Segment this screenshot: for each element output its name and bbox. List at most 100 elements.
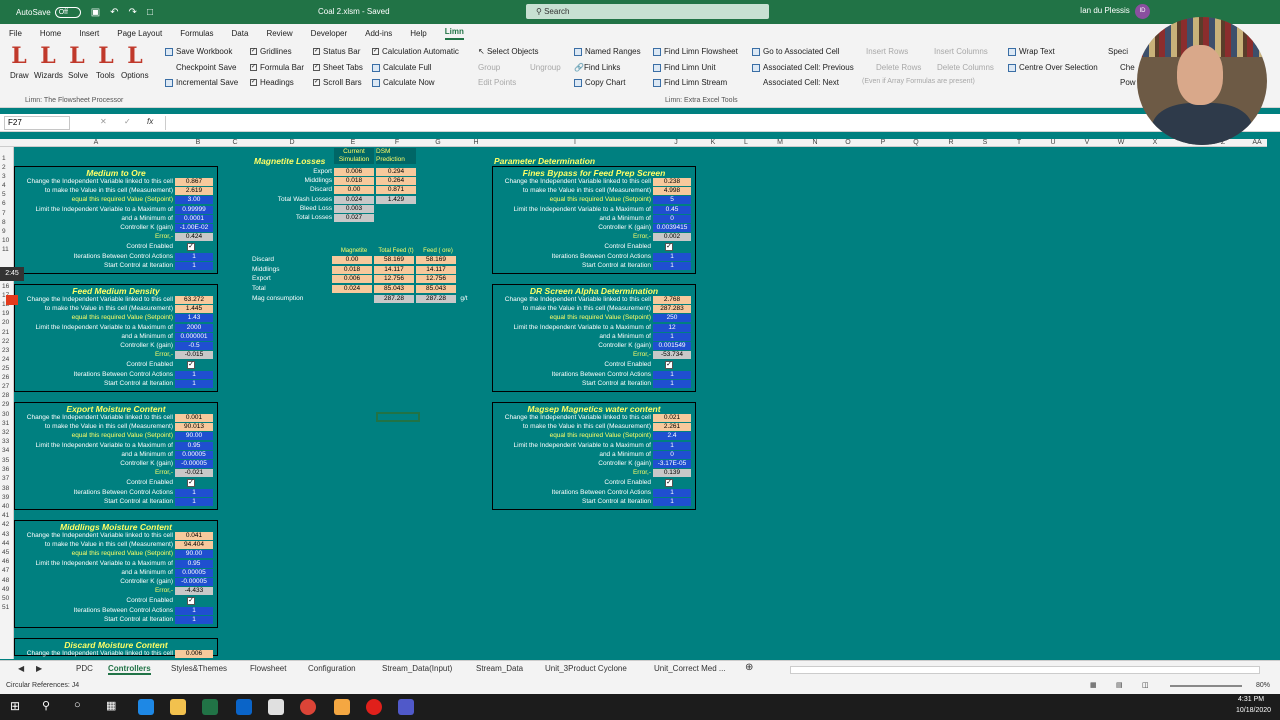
calculate-now-button[interactable]: Calculate Now (372, 78, 435, 87)
row-header[interactable]: 25 (2, 365, 9, 372)
column-header[interactable]: U (1050, 139, 1055, 146)
controller-value[interactable]: 2.768 (653, 296, 691, 304)
start-iteration-value[interactable]: 1 (653, 262, 691, 270)
calculate-full-button[interactable]: Calculate Full (372, 63, 431, 72)
start-iteration-value[interactable]: 1 (175, 498, 213, 506)
menu-home[interactable]: Home (40, 29, 61, 38)
iterations-value[interactable]: 1 (653, 253, 691, 261)
control-enabled-checkbox[interactable]: ✓ (665, 361, 673, 369)
controller-value[interactable]: 1.43 (175, 314, 213, 323)
controller-value[interactable]: -0.021 (175, 469, 213, 478)
edit-points-button[interactable]: Edit Points (478, 78, 516, 87)
row-header[interactable]: 41 (2, 512, 9, 519)
record-icon[interactable] (6, 295, 18, 305)
controller-value[interactable]: 0.867 (175, 178, 213, 186)
goto-associated-cell-button[interactable]: Go to Associated Cell (752, 47, 839, 56)
column-header[interactable]: N (812, 139, 817, 146)
incremental-save-button[interactable]: Incremental Save (165, 78, 238, 87)
opera-icon[interactable] (366, 699, 382, 715)
controller-value[interactable]: 0.0039415 (653, 224, 691, 232)
controller-value[interactable]: -4.433 (175, 587, 213, 596)
controller-value[interactable]: 4.998 (653, 187, 691, 196)
find-links-button[interactable]: 🔗Find Links (574, 63, 620, 72)
controller-value[interactable]: -53.734 (653, 351, 691, 360)
tools-icon[interactable]: L (96, 45, 116, 67)
controller-value[interactable]: 250 (653, 314, 691, 323)
column-header[interactable]: M (777, 139, 783, 146)
row-header[interactable]: 3 (2, 173, 6, 180)
worksheet-grid[interactable]: Medium to Ore Change the Independent Vari… (14, 147, 1267, 659)
controller-value[interactable]: 2.619 (175, 187, 213, 196)
named-ranges-button[interactable]: Named Ranges (574, 47, 641, 56)
undo-icon[interactable]: ↶ (110, 7, 118, 18)
sheet-tabs-checkbox[interactable]: ✓ Sheet Tabs (313, 63, 363, 72)
controller-value[interactable]: 0 (653, 214, 691, 223)
row-header[interactable]: 48 (2, 577, 9, 584)
save-icon[interactable]: ▣ (91, 7, 100, 18)
controller-value[interactable]: 0.006 (175, 650, 213, 658)
control-enabled-checkbox[interactable]: ✓ (665, 243, 673, 251)
insert-columns-button[interactable]: Insert Columns (934, 47, 988, 56)
iterations-value[interactable]: 1 (175, 253, 213, 261)
controller-value[interactable]: 0.424 (175, 233, 213, 242)
select-objects-button[interactable]: ↖ Select Objects (478, 47, 539, 56)
save-workbook-button[interactable]: Save Workbook (165, 47, 232, 56)
options-icon[interactable]: L (125, 45, 145, 67)
column-header[interactable]: AA (1252, 139, 1261, 146)
store-icon[interactable] (268, 699, 284, 715)
row-header[interactable]: 51 (2, 604, 9, 611)
draw-button[interactable]: Draw (10, 71, 29, 80)
controller-value[interactable]: 0.0001 (175, 214, 213, 223)
associated-cell-previous-button[interactable]: Associated Cell: Previous (752, 63, 854, 72)
row-header[interactable]: 8 (2, 219, 6, 226)
tab-configuration[interactable]: Configuration (308, 664, 356, 673)
row-header[interactable]: 19 (2, 310, 9, 317)
iterations-value[interactable]: 1 (175, 489, 213, 497)
row-header[interactable]: 45 (2, 549, 9, 556)
row-header[interactable]: 46 (2, 558, 9, 565)
menu-insert[interactable]: Insert (79, 29, 99, 38)
iterations-value[interactable]: 1 (653, 489, 691, 497)
find-limn-unit-button[interactable]: Find Limn Unit (653, 63, 716, 72)
start-iteration-value[interactable]: 1 (653, 498, 691, 506)
add-sheet-icon[interactable]: ⊕ (745, 662, 753, 673)
insert-rows-button[interactable]: Insert Rows (866, 47, 908, 56)
start-iteration-value[interactable]: 1 (175, 616, 213, 624)
control-enabled-checkbox[interactable]: ✓ (187, 361, 195, 369)
control-enabled-checkbox[interactable]: ✓ (187, 479, 195, 487)
controller-value[interactable]: 0.041 (175, 532, 213, 540)
windows-start-icon[interactable]: ⊞ (10, 699, 26, 715)
row-header[interactable]: 22 (2, 338, 9, 345)
controller-value[interactable]: 0.00005 (175, 568, 213, 577)
controller-value[interactable]: 1 (653, 332, 691, 341)
controller-value[interactable]: 0.95 (175, 441, 213, 450)
controller-value[interactable]: 1 (653, 441, 691, 450)
row-header[interactable]: 6 (2, 200, 6, 207)
controller-value[interactable]: -3.17E-05 (653, 460, 691, 468)
app-icon[interactable] (334, 699, 350, 715)
controller-value[interactable]: 0.99999 (175, 205, 213, 214)
controller-value[interactable]: 12 (653, 323, 691, 332)
tab-unit-correct-med[interactable]: Unit_Correct Med ... (654, 664, 726, 673)
row-header[interactable]: 35 (2, 457, 9, 464)
menu-developer[interactable]: Developer (311, 29, 347, 38)
tab-prev-icon[interactable]: ◀ (18, 664, 24, 673)
zoom-slider[interactable] (1170, 685, 1242, 687)
row-header[interactable]: 4 (2, 182, 6, 189)
column-header[interactable]: W (1118, 139, 1125, 146)
controller-value[interactable]: 5 (653, 196, 691, 205)
page-layout-icon[interactable]: ▤ (1116, 681, 1123, 689)
controller-value[interactable]: 1.445 (175, 305, 213, 314)
row-header[interactable]: 36 (2, 466, 9, 473)
column-header[interactable]: P (881, 139, 886, 146)
calculation-automatic-checkbox[interactable]: ✓ Calculation Automatic (372, 47, 459, 56)
cortana-icon[interactable]: ○ (74, 699, 90, 715)
row-header[interactable]: 20 (2, 319, 9, 326)
row-header[interactable]: 26 (2, 374, 9, 381)
enter-icon[interactable]: ✓ (124, 117, 131, 126)
column-header[interactable]: C (232, 139, 237, 146)
controller-value[interactable]: 0.45 (653, 205, 691, 214)
excel-taskbar-icon[interactable] (202, 699, 218, 715)
control-enabled-checkbox[interactable]: ✓ (187, 597, 195, 605)
solve-button[interactable]: Solve (68, 71, 88, 80)
